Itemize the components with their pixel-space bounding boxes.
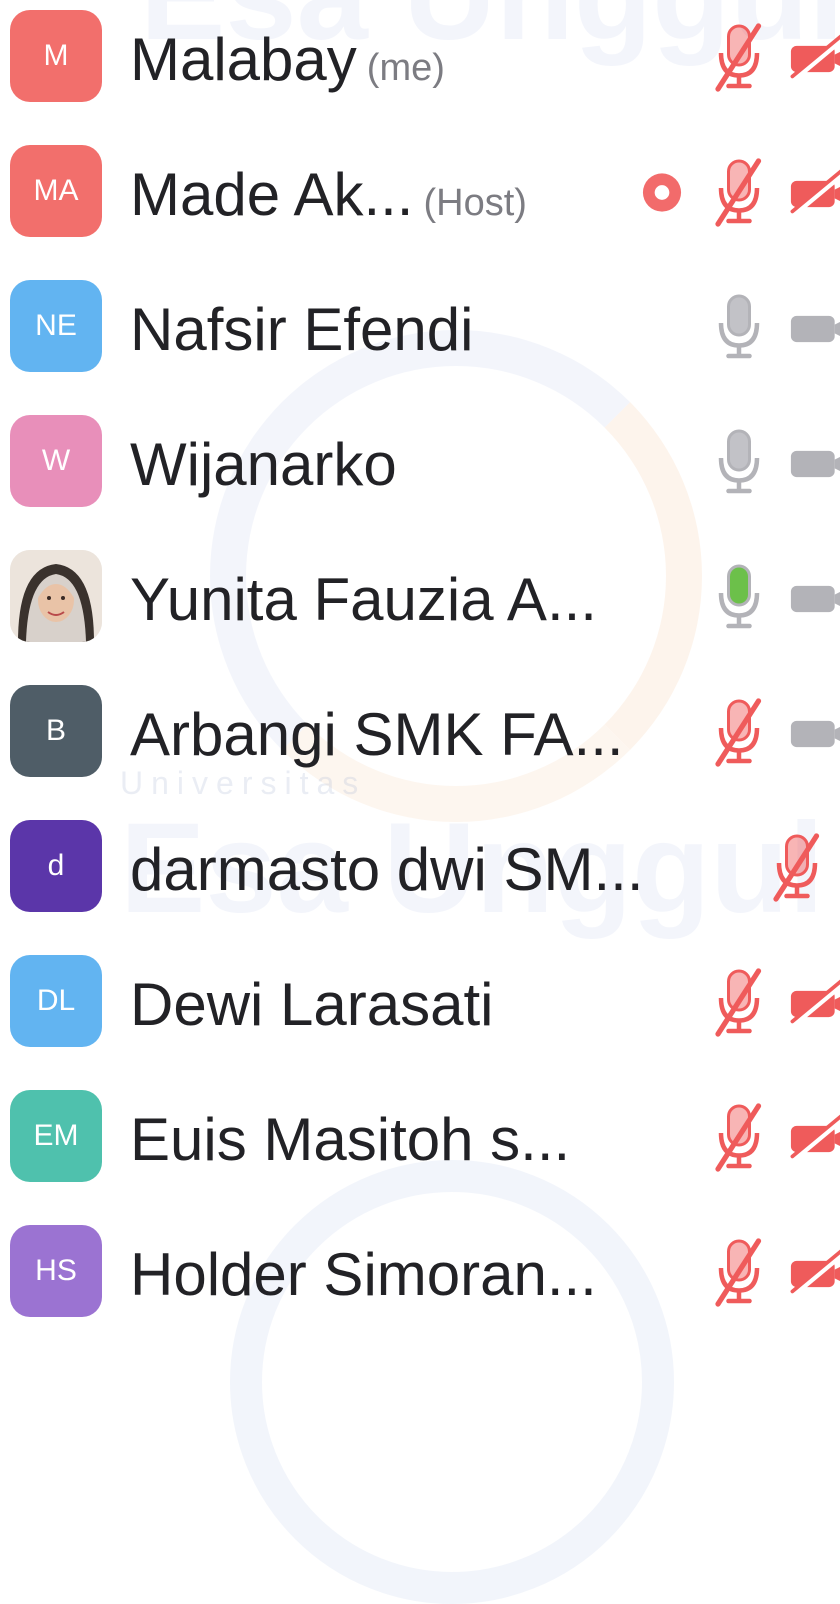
mic-muted-icon[interactable] (712, 1238, 766, 1313)
mic-icon[interactable] (712, 428, 766, 503)
participant-name-line: Nafsir Efendi (130, 300, 473, 360)
participant-name: Euis Masitoh s... (130, 1106, 571, 1173)
participant-row[interactable]: NE Nafsir Efendi (0, 270, 840, 390)
avatar: DL (10, 955, 102, 1047)
participant-name-line: Holder Simoran... (130, 1245, 597, 1305)
mic-muted-icon[interactable] (712, 1103, 766, 1178)
video-off-icon[interactable] (788, 1248, 840, 1303)
video-off-icon[interactable] (788, 33, 840, 88)
participant-name-line: Euis Masitoh s... (130, 1110, 570, 1170)
mic-muted-icon[interactable] (770, 833, 824, 908)
avatar-initials: MA (33, 174, 79, 207)
video-off-icon[interactable] (788, 168, 840, 223)
avatar-initials: NE (35, 309, 77, 342)
avatar: W (10, 415, 102, 507)
participant-row[interactable]: Yunita Fauzia A... (0, 540, 840, 660)
avatar-initials: DL (36, 984, 76, 1017)
avatar: NE (10, 280, 102, 372)
participant-name-line: darmasto dwi SM... (130, 840, 644, 900)
participant-name: Wijanarko (130, 431, 397, 498)
recording-icon (640, 171, 684, 220)
mic-speaking-icon[interactable] (712, 563, 766, 638)
participant-name: Dewi Larasati (130, 971, 494, 1038)
participant-row[interactable]: EM Euis Masitoh s... (0, 1080, 840, 1200)
video-icon[interactable] (788, 303, 840, 358)
participant-name: Made Ak... (130, 161, 414, 228)
participant-row[interactable]: B Arbangi SMK FA... (0, 675, 840, 795)
avatar: d (10, 820, 102, 912)
participant-name-line: Made Ak... (Host) (130, 165, 527, 225)
avatar-initials: d (47, 849, 65, 882)
mic-muted-icon[interactable] (712, 158, 766, 233)
participant-row[interactable]: d darmasto dwi SM... (0, 810, 840, 930)
video-icon[interactable] (788, 573, 840, 628)
participant-row[interactable]: M Malabay (me) (0, 0, 840, 120)
mic-muted-icon[interactable] (712, 698, 766, 773)
participant-name-line: Malabay (me) (130, 30, 445, 90)
video-off-icon[interactable] (788, 1113, 840, 1168)
participant-name: Malabay (130, 26, 357, 93)
avatar-initials: W (41, 444, 71, 477)
participant-row[interactable]: HS Holder Simoran... (0, 1215, 840, 1335)
participant-role-tag: (Host) (423, 182, 527, 224)
avatar: HS (10, 1225, 102, 1317)
avatar: MA (10, 145, 102, 237)
participant-name: Nafsir Efendi (130, 296, 474, 363)
participant-name-line: Arbangi SMK FA... (130, 705, 624, 765)
video-icon[interactable] (788, 438, 840, 493)
video-off-icon[interactable] (788, 978, 840, 1033)
avatar-initials: M (43, 39, 69, 72)
avatar-initials: HS (35, 1254, 77, 1287)
avatar: M (10, 10, 102, 102)
participant-name: Yunita Fauzia A... (130, 566, 597, 633)
participant-name-line: Yunita Fauzia A... (130, 570, 597, 630)
avatar (10, 550, 102, 642)
participant-name-line: Dewi Larasati (130, 975, 494, 1035)
avatar: EM (10, 1090, 102, 1182)
participant-row[interactable]: MA Made Ak... (Host) (0, 135, 840, 255)
participant-name: darmasto dwi SM... (130, 836, 644, 903)
mic-muted-icon[interactable] (712, 23, 766, 98)
participant-name: Holder Simoran... (130, 1241, 597, 1308)
participant-row[interactable]: W Wijanarko (0, 405, 840, 525)
avatar-initials: B (45, 714, 66, 747)
participant-role-tag: (me) (366, 47, 445, 89)
participant-name: Arbangi SMK FA... (130, 701, 624, 768)
participant-row[interactable]: DL Dewi Larasati (0, 945, 840, 1065)
video-icon[interactable] (788, 708, 840, 763)
participant-name-line: Wijanarko (130, 435, 397, 495)
mic-muted-icon[interactable] (712, 968, 766, 1043)
avatar: B (10, 685, 102, 777)
avatar-initials: EM (33, 1119, 79, 1152)
mic-icon[interactable] (712, 293, 766, 368)
